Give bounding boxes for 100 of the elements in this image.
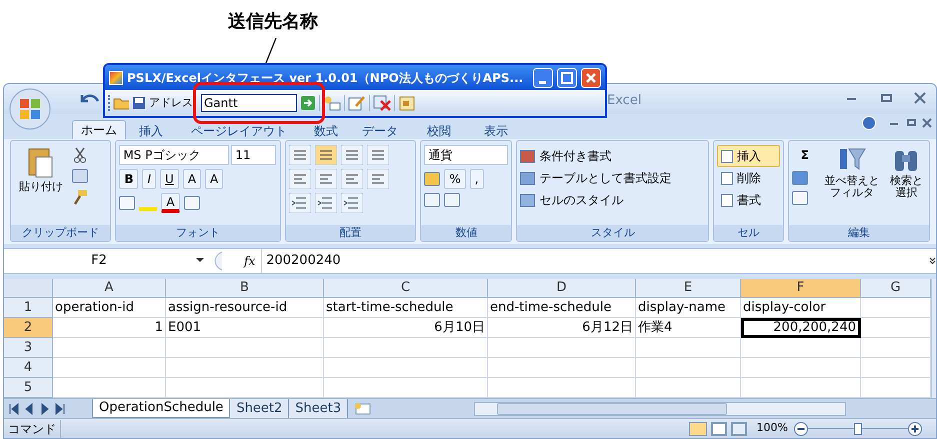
table-cell[interactable]: start-time-schedule [324, 298, 488, 318]
maximize-icon[interactable] [881, 94, 892, 102]
zoom-in-icon[interactable] [908, 422, 922, 436]
middle-align-icon[interactable] [314, 145, 337, 165]
style-menu-button[interactable]: 条件付き書式 [539, 147, 612, 165]
center-align-icon[interactable] [314, 169, 337, 189]
bottom-align-icon[interactable] [340, 145, 363, 165]
address-field[interactable]: Gantt [201, 94, 297, 112]
scissors-icon[interactable] [72, 147, 88, 163]
bold-button[interactable]: B [119, 169, 138, 189]
orientation-icon[interactable] [340, 193, 363, 213]
column-header[interactable]: C [324, 279, 488, 298]
column-header[interactable]: G [861, 279, 931, 298]
zoom-level[interactable]: 100% [756, 420, 788, 437]
style-menu-button[interactable]: テーブルとして書式設定 [539, 169, 672, 187]
italic-button[interactable]: I [142, 169, 156, 189]
find-select-button[interactable]: 検索と選択 [886, 145, 926, 205]
table-cell[interactable] [488, 358, 636, 378]
formula-input[interactable]: 200200240 [261, 249, 929, 273]
expand-icon[interactable] [929, 257, 936, 265]
column-header[interactable]: F [741, 279, 861, 298]
normal-view-icon[interactable] [688, 422, 707, 436]
table-cell[interactable]: operation-id [53, 298, 166, 318]
vertical-scrollbar[interactable] [931, 279, 936, 398]
scrollbar-thumb[interactable] [497, 402, 728, 414]
currency-icon[interactable] [424, 172, 440, 186]
edit-icon[interactable] [348, 95, 366, 111]
insert-function-button[interactable]: fx [244, 252, 256, 270]
table-cell[interactable] [53, 338, 166, 358]
table-cell[interactable]: display-color [741, 298, 861, 318]
copy-icon[interactable] [72, 169, 88, 183]
close-icon[interactable] [914, 92, 926, 104]
name-box[interactable]: F2 [4, 249, 194, 273]
decrease-decimal-icon[interactable] [444, 193, 460, 207]
number-format-field[interactable]: 通貨 [424, 145, 508, 165]
save-icon[interactable] [132, 96, 146, 110]
close-button[interactable] [581, 68, 601, 88]
ribbon-tab[interactable]: 数式 [314, 125, 338, 138]
phonetic-icon[interactable] [184, 196, 200, 210]
cell-menu-button[interactable]: 削除 [717, 167, 780, 189]
style-menu-button[interactable]: セルのスタイル [539, 191, 624, 209]
sheet-tab[interactable]: Sheet3 [289, 399, 348, 418]
table-cell[interactable]: 6月12日 [488, 318, 636, 338]
decrease-indent-icon[interactable] [288, 193, 311, 213]
table-cell[interactable] [53, 358, 166, 378]
shrink-font-button[interactable]: A [205, 169, 224, 189]
row-header[interactable]: 1 [4, 298, 53, 318]
select-all-corner[interactable] [4, 279, 53, 298]
table-cell[interactable]: 1 [53, 318, 166, 338]
table-cell[interactable]: 作業4 [636, 318, 741, 338]
column-header[interactable]: B [166, 279, 324, 298]
cell-menu-button[interactable]: 書式 [717, 189, 780, 211]
merge-cells-icon[interactable] [366, 169, 389, 189]
table-cell[interactable] [166, 358, 324, 378]
table-cell[interactable] [741, 358, 861, 378]
style-icon[interactable] [520, 172, 536, 184]
folder-icon[interactable] [113, 96, 129, 110]
close-icon[interactable] [922, 118, 932, 128]
font-name-field[interactable]: MS Pゴシック [119, 145, 230, 165]
delete-icon[interactable] [373, 95, 391, 111]
maximize-button[interactable] [557, 68, 577, 88]
table-cell[interactable] [636, 338, 741, 358]
column-header[interactable]: E [636, 279, 741, 298]
format-painter-icon[interactable] [72, 189, 88, 205]
page-layout-icon[interactable] [710, 422, 727, 436]
cell-menu-button[interactable]: 挿入 [717, 145, 780, 167]
table-cell[interactable] [324, 338, 488, 358]
style-icon[interactable] [520, 150, 536, 162]
go-icon[interactable] [300, 95, 316, 111]
column-header[interactable]: A [53, 279, 166, 298]
percent-button[interactable]: % [444, 169, 466, 189]
paste-button[interactable]: 貼り付け [14, 145, 68, 205]
table-cell[interactable] [324, 358, 488, 378]
sheet-tab[interactable]: OperationSchedule [92, 399, 230, 418]
borders-icon[interactable] [119, 196, 136, 210]
restore-icon[interactable] [907, 119, 916, 126]
ribbon-tab[interactable]: 表示 [484, 125, 508, 138]
increase-indent-icon[interactable] [314, 193, 337, 213]
fill-icon[interactable] [792, 171, 808, 185]
table-cell[interactable]: 200,200,240 [741, 318, 861, 338]
font-color-button[interactable]: A [161, 193, 180, 213]
sort-filter-button[interactable]: 並べ替えとフィルタ [824, 145, 881, 205]
top-align-icon[interactable] [288, 145, 311, 165]
horizontal-scrollbar[interactable] [474, 402, 846, 416]
row-header[interactable]: 2 [4, 318, 53, 338]
comma-button[interactable]: , [470, 169, 484, 189]
ribbon-tab[interactable]: ホーム [72, 120, 126, 139]
left-align-icon[interactable] [288, 169, 311, 189]
table-cell[interactable]: end-time-schedule [488, 298, 636, 318]
table-cell[interactable]: display-name [636, 298, 741, 318]
font-size-field[interactable]: 11 [231, 145, 276, 165]
table-cell[interactable]: 6月10日 [324, 318, 488, 338]
table-cell[interactable]: assign-resource-id [166, 298, 324, 318]
zoom-slider-thumb[interactable] [854, 422, 862, 434]
ribbon-tab[interactable]: 挿入 [139, 125, 163, 138]
grow-font-button[interactable]: A [182, 169, 202, 189]
table-cell[interactable] [636, 358, 741, 378]
zoom-out-icon[interactable] [794, 422, 808, 436]
table-cell[interactable] [741, 338, 861, 358]
ribbon-tab[interactable]: 校閲 [427, 125, 451, 138]
